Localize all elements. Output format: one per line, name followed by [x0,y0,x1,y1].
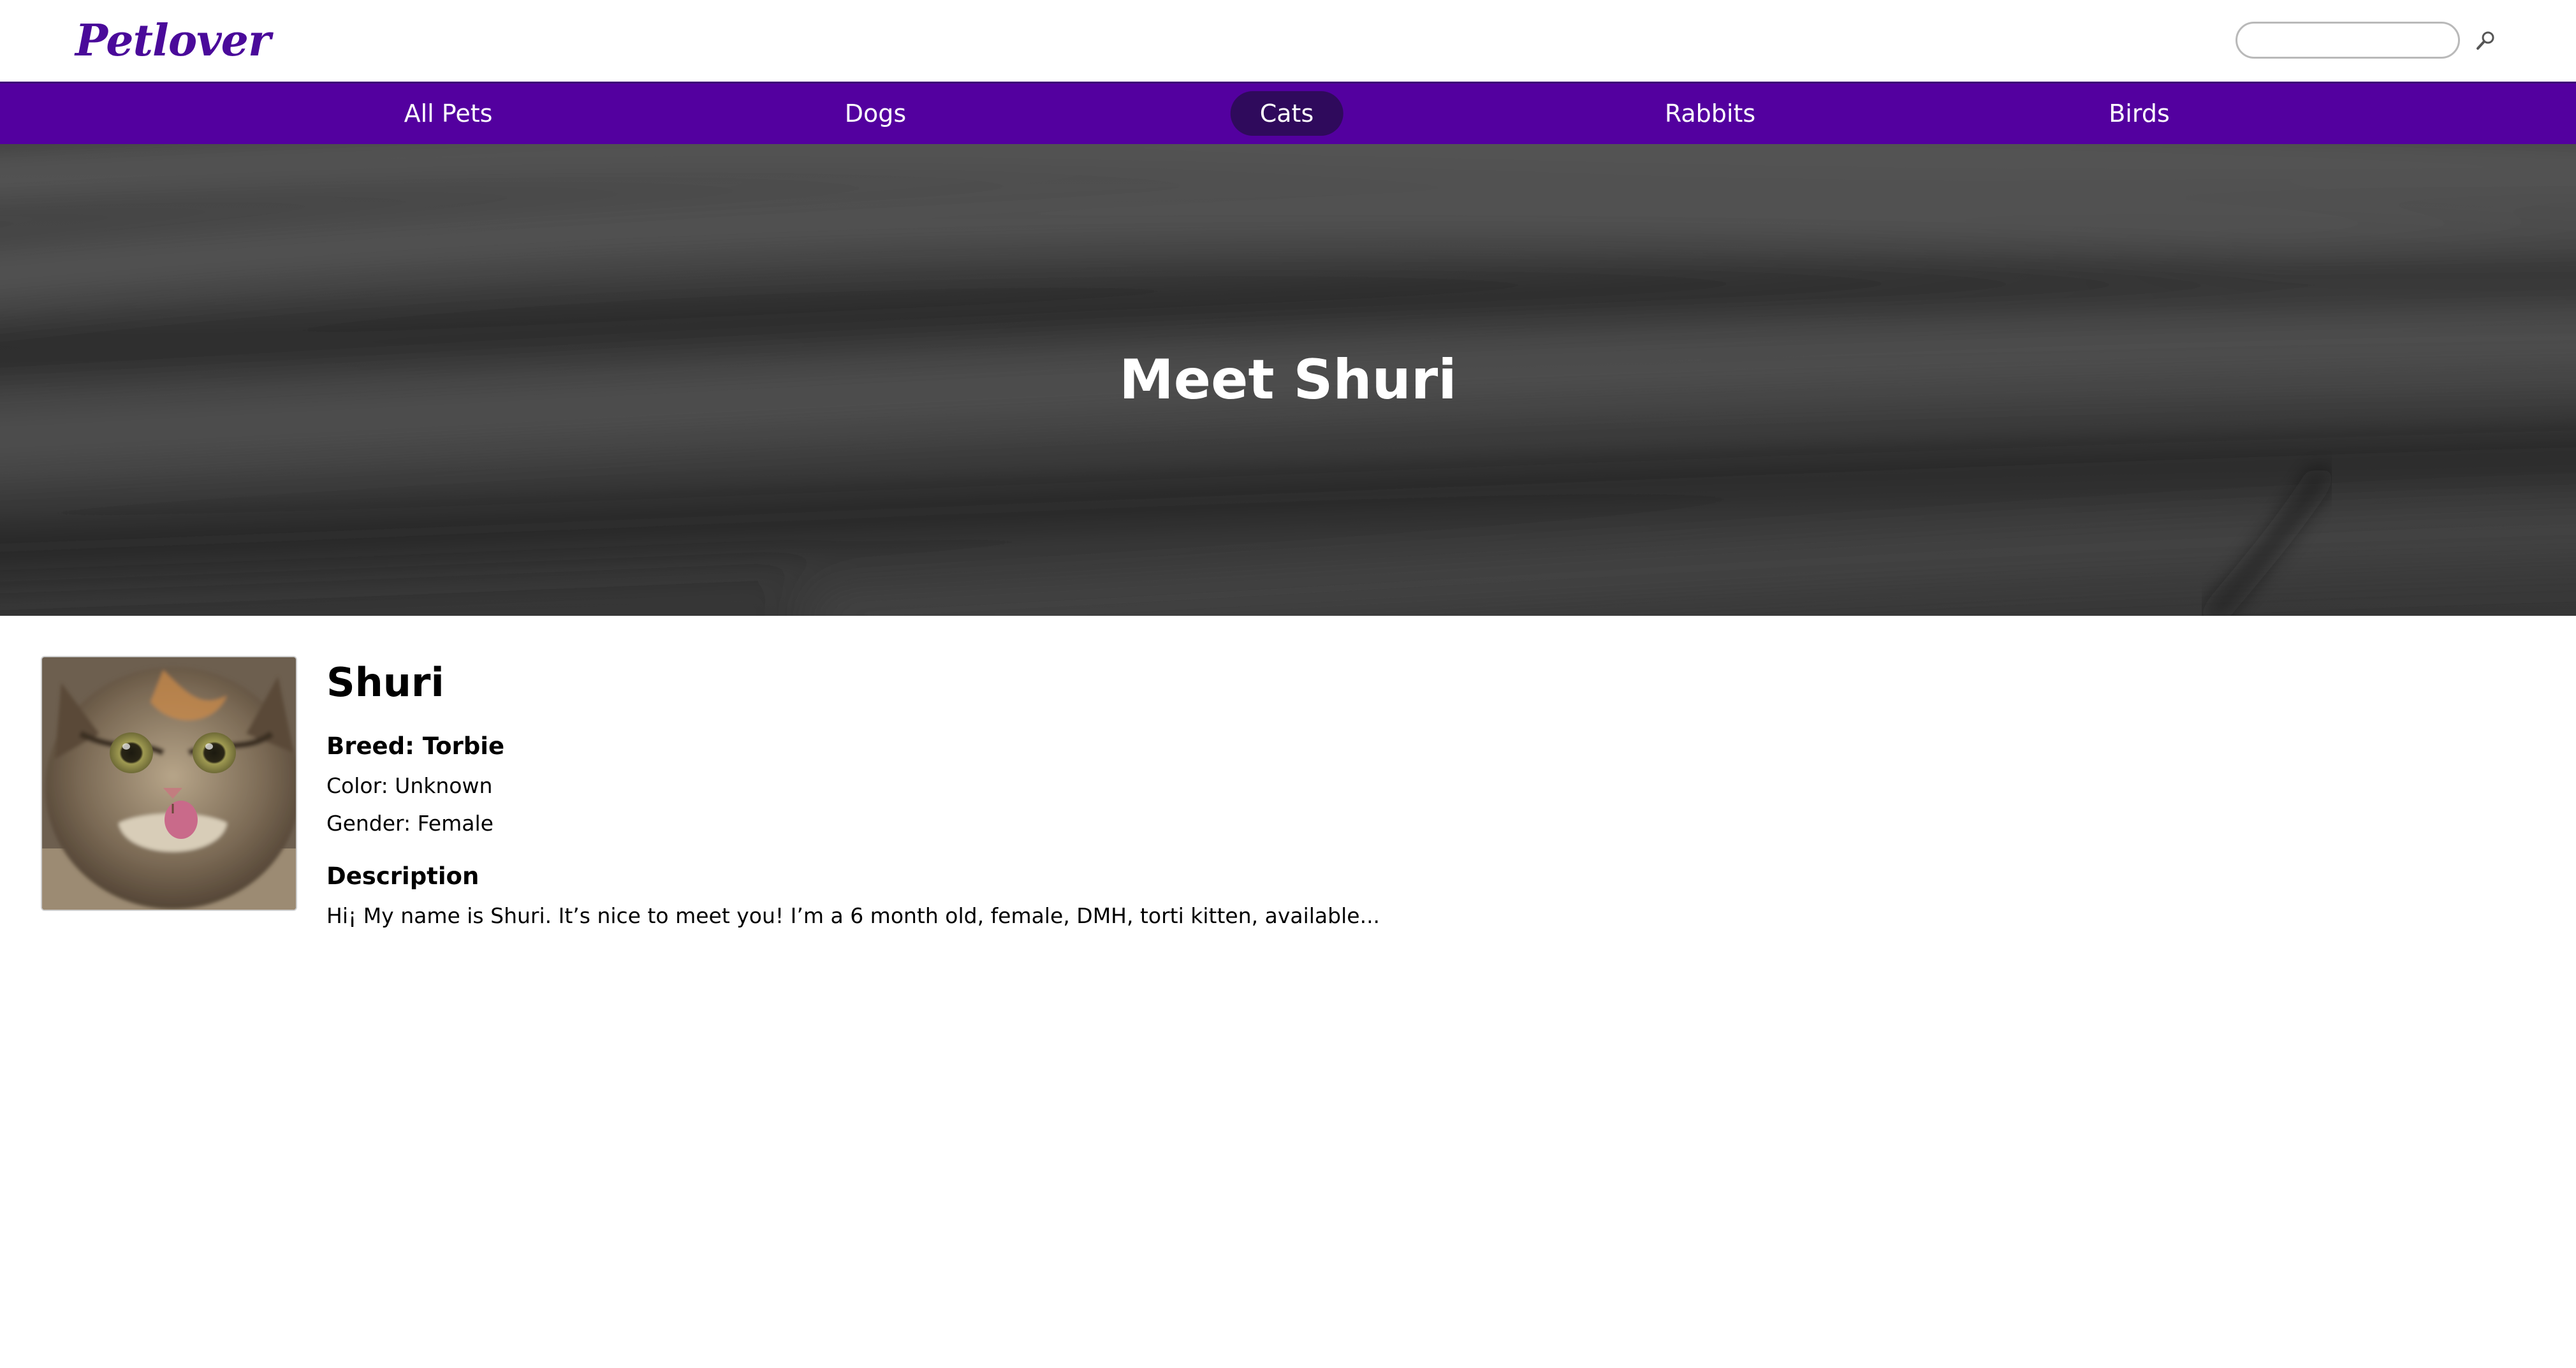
nav-item-all-pets[interactable]: All Pets [375,91,522,136]
pet-name: Shuri [326,659,444,706]
category-nav: All Pets Dogs Cats Rabbits Birds [0,82,2576,144]
pet-color: Color: Unknown [326,773,493,798]
hero-title: Meet Shuri [1119,348,1457,412]
pet-breed: Breed: Torbie [326,732,505,760]
pet-description: Hi¡ My name is Shuri. It’s nice to meet … [326,903,1380,928]
pet-gender: Gender: Female [326,811,494,836]
search-input[interactable] [2236,22,2460,59]
description-heading: Description [326,862,479,890]
site-logo[interactable]: Petlover [75,9,271,73]
site-header: Petlover [0,0,2576,82]
search-button[interactable] [2473,28,2498,54]
hero-banner: Meet Shuri [0,144,2576,616]
cat-photo-illustration [42,657,296,910]
search-icon [2477,31,2494,50]
nav-item-birds[interactable]: Birds [2079,91,2199,136]
nav-item-dogs[interactable]: Dogs [816,91,935,136]
pet-photo [41,656,297,911]
nav-item-cats[interactable]: Cats [1230,91,1343,136]
nav-item-rabbits[interactable]: Rabbits [1636,91,1785,136]
